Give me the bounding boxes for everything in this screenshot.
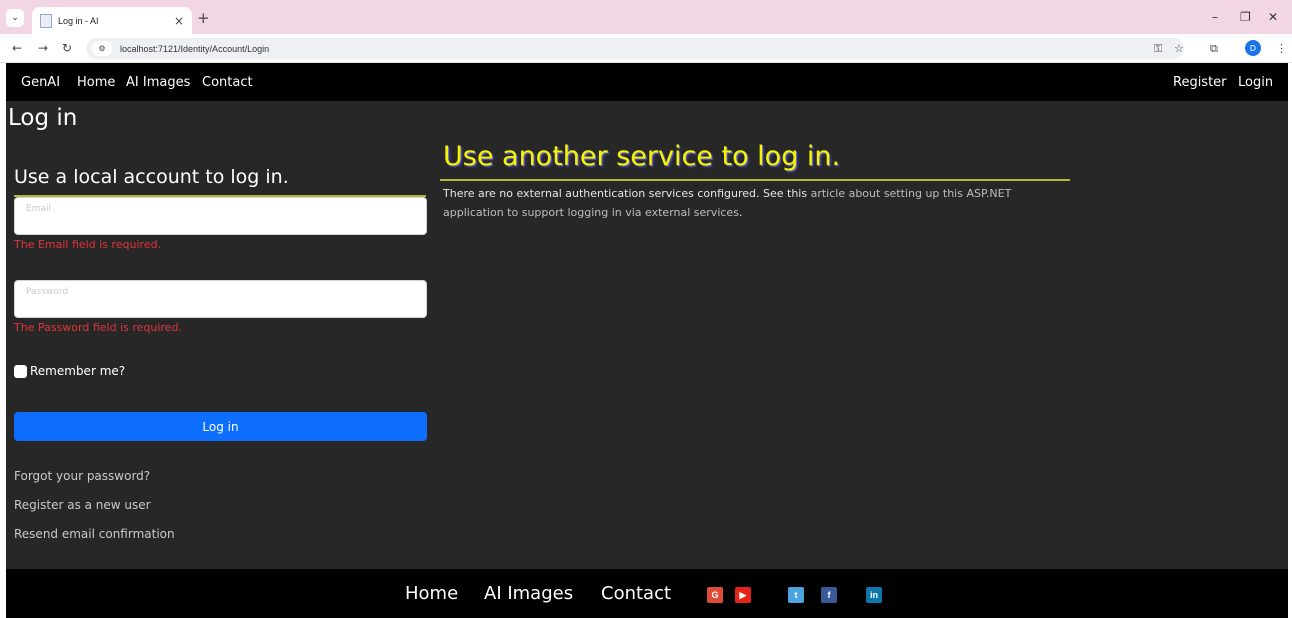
- new-tab-icon[interactable]: +: [197, 9, 210, 27]
- nav-link-home[interactable]: Home: [77, 75, 115, 90]
- browser-toolbar: ← → ↻ ⚙ localhost:7121/Identity/Account/…: [0, 34, 1292, 63]
- site-navbar: GenAI Home AI Images Contact Register Lo…: [6, 63, 1288, 101]
- page-title: Log in: [8, 105, 78, 131]
- login-button[interactable]: Log in: [14, 412, 427, 441]
- email-error: The Email field is required.: [14, 238, 162, 251]
- google-icon[interactable]: G: [707, 587, 723, 603]
- tab-search-chevron-icon[interactable]: ⌄: [6, 9, 24, 27]
- browser-tab[interactable]: Log in - AI ×: [32, 7, 192, 34]
- email-placeholder: Email: [26, 204, 51, 214]
- site-footer: Home AI Images Contact G ▶ t f in: [6, 569, 1288, 618]
- local-account-heading: Use a local account to log in.: [14, 166, 289, 188]
- forgot-password-link[interactable]: Forgot your password?: [14, 469, 150, 483]
- url-text: localhost:7121/Identity/Account/Login: [120, 43, 270, 54]
- footer-link-home[interactable]: Home: [405, 583, 458, 604]
- resend-confirmation-link[interactable]: Resend email confirmation: [14, 527, 175, 541]
- password-error: The Password field is required.: [14, 321, 182, 334]
- reload-icon[interactable]: ↻: [62, 41, 72, 55]
- page-favicon-icon: [40, 13, 52, 28]
- navbar-brand[interactable]: GenAI: [21, 75, 60, 90]
- youtube-icon[interactable]: ▶: [735, 587, 751, 603]
- menu-kebab-icon[interactable]: ⋮: [1276, 42, 1287, 55]
- email-field[interactable]: Email: [14, 197, 427, 235]
- external-heading-divider: [440, 179, 1070, 181]
- tab-close-icon[interactable]: ×: [174, 14, 184, 28]
- nav-link-contact[interactable]: Contact: [202, 75, 253, 90]
- forward-icon[interactable]: →: [38, 41, 48, 55]
- tab-title: Log in - AI: [58, 15, 99, 26]
- minimize-icon[interactable]: –: [1212, 10, 1218, 24]
- address-bar[interactable]: ⚙ localhost:7121/Identity/Account/Login: [86, 38, 1184, 59]
- nav-link-ai-images[interactable]: AI Images: [126, 75, 190, 90]
- window-close-icon[interactable]: ✕: [1268, 10, 1278, 24]
- facebook-icon[interactable]: f: [821, 587, 837, 603]
- nav-link-login[interactable]: Login: [1238, 75, 1273, 90]
- back-icon[interactable]: ←: [12, 41, 22, 55]
- external-info-text: There are no external authentication ser…: [443, 184, 1043, 222]
- restore-icon[interactable]: ❐: [1240, 10, 1251, 24]
- register-link[interactable]: Register as a new user: [14, 498, 151, 512]
- browser-tab-strip: ⌄ Log in - AI × + – ❐ ✕: [0, 0, 1292, 34]
- remember-me[interactable]: Remember me?: [14, 364, 125, 378]
- bookmark-star-icon[interactable]: ☆: [1174, 42, 1184, 55]
- password-placeholder: Password: [26, 287, 69, 297]
- external-info-before: There are no external authentication ser…: [443, 187, 811, 200]
- profile-avatar[interactable]: D: [1245, 40, 1261, 56]
- remember-me-checkbox[interactable]: [14, 364, 27, 378]
- footer-link-contact[interactable]: Contact: [601, 583, 671, 604]
- footer-link-ai-images[interactable]: AI Images: [484, 583, 573, 604]
- password-field[interactable]: Password: [14, 280, 427, 318]
- extensions-icon[interactable]: ⧉: [1210, 42, 1218, 56]
- linkedin-icon[interactable]: in: [866, 587, 882, 603]
- site-info-icon[interactable]: ⚙: [92, 41, 112, 56]
- twitter-icon[interactable]: t: [788, 587, 804, 603]
- external-info-after: .: [738, 206, 743, 219]
- external-login-heading: Use another service to log in.: [443, 141, 841, 172]
- password-key-icon[interactable]: ⚿: [1154, 42, 1162, 56]
- page-content: GenAI Home AI Images Contact Register Lo…: [6, 63, 1288, 618]
- nav-link-register[interactable]: Register: [1173, 75, 1227, 90]
- remember-me-label[interactable]: Remember me?: [30, 364, 125, 378]
